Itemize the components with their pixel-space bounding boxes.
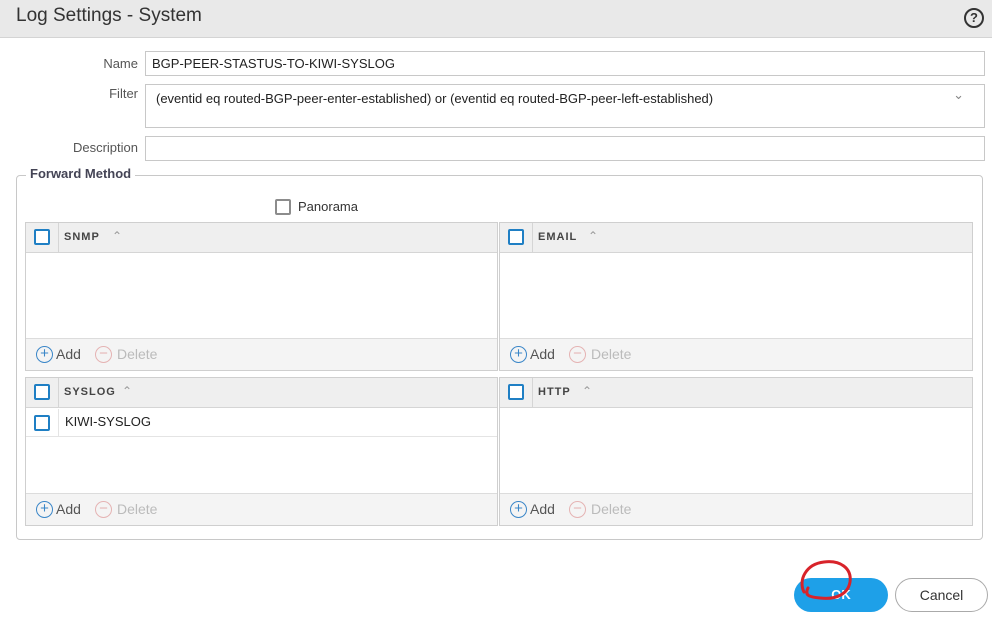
header-divider	[58, 378, 59, 408]
description-label: Description	[72, 140, 138, 155]
email-select-all-checkbox[interactable]	[508, 229, 524, 245]
delete-icon: −	[569, 501, 586, 518]
email-header: EMAIL ⌃	[500, 223, 972, 253]
http-add-button[interactable]: Add	[530, 501, 555, 517]
syslog-header: SYSLOG ⌃	[26, 378, 497, 408]
http-footer: + Add − Delete	[500, 493, 972, 525]
dialog-title: Log Settings - System	[16, 5, 202, 26]
filter-text: (eventid eq routed-BGP-peer-enter-establ…	[156, 91, 714, 106]
syslog-panel: SYSLOG ⌃ KIWI-SYSLOG + Add − Delete	[25, 377, 498, 526]
snmp-delete-button: Delete	[117, 346, 158, 362]
email-panel: EMAIL ⌃ + Add − Delete	[499, 222, 973, 371]
email-add-button[interactable]: Add	[530, 346, 555, 362]
name-input[interactable]	[145, 51, 985, 76]
row-checkbox[interactable]	[34, 415, 50, 431]
email-delete-button: Delete	[591, 346, 632, 362]
syslog-column-title[interactable]: SYSLOG	[64, 386, 116, 398]
description-input[interactable]	[145, 136, 985, 161]
header-divider	[532, 378, 533, 408]
cancel-button[interactable]: Cancel	[895, 578, 988, 612]
delete-icon: −	[95, 346, 112, 363]
http-panel: HTTP ⌃ + Add − Delete	[499, 377, 973, 526]
dialog-titlebar: Log Settings - System ?	[0, 0, 992, 38]
filter-input[interactable]: (eventid eq routed-BGP-peer-enter-establ…	[145, 84, 985, 128]
panorama-checkbox[interactable]	[275, 199, 291, 215]
http-delete-button: Delete	[591, 501, 632, 517]
chevron-down-icon[interactable]: ⌄	[953, 87, 964, 103]
snmp-footer: + Add − Delete	[26, 338, 497, 370]
add-icon[interactable]: +	[36, 346, 53, 363]
forward-method-legend: Forward Method	[26, 166, 136, 181]
sort-caret-icon[interactable]: ⌃	[582, 384, 592, 398]
syslog-select-all-checkbox[interactable]	[34, 384, 50, 400]
delete-icon: −	[95, 501, 112, 518]
http-select-all-checkbox[interactable]	[508, 384, 524, 400]
snmp-add-button[interactable]: Add	[56, 346, 81, 362]
panorama-label: Panorama	[298, 199, 358, 214]
email-footer: + Add − Delete	[500, 338, 972, 370]
email-column-title[interactable]: EMAIL	[538, 231, 577, 243]
syslog-add-button[interactable]: Add	[56, 501, 81, 517]
syslog-delete-button: Delete	[117, 501, 158, 517]
annotation-circle-icon	[800, 560, 852, 600]
sort-caret-icon[interactable]: ⌃	[588, 229, 598, 243]
table-row[interactable]: KIWI-SYSLOG	[26, 409, 497, 437]
name-label: Name	[103, 56, 138, 71]
delete-icon: −	[569, 346, 586, 363]
syslog-profile-name[interactable]: KIWI-SYSLOG	[65, 414, 151, 429]
snmp-header: SNMP ⌃	[26, 223, 497, 253]
add-icon[interactable]: +	[36, 501, 53, 518]
add-icon[interactable]: +	[510, 346, 527, 363]
snmp-panel: SNMP ⌃ + Add − Delete	[25, 222, 498, 371]
header-divider	[532, 223, 533, 253]
http-header: HTTP ⌃	[500, 378, 972, 408]
snmp-select-all-checkbox[interactable]	[34, 229, 50, 245]
sort-caret-icon[interactable]: ⌃	[112, 229, 122, 243]
snmp-column-title[interactable]: SNMP	[64, 231, 100, 243]
add-icon[interactable]: +	[510, 501, 527, 518]
row-divider	[58, 409, 59, 437]
sort-caret-icon[interactable]: ⌃	[122, 384, 132, 398]
syslog-footer: + Add − Delete	[26, 493, 497, 525]
filter-label: Filter	[109, 86, 138, 101]
http-column-title[interactable]: HTTP	[538, 386, 571, 398]
help-icon[interactable]: ?	[964, 8, 984, 28]
header-divider	[58, 223, 59, 253]
